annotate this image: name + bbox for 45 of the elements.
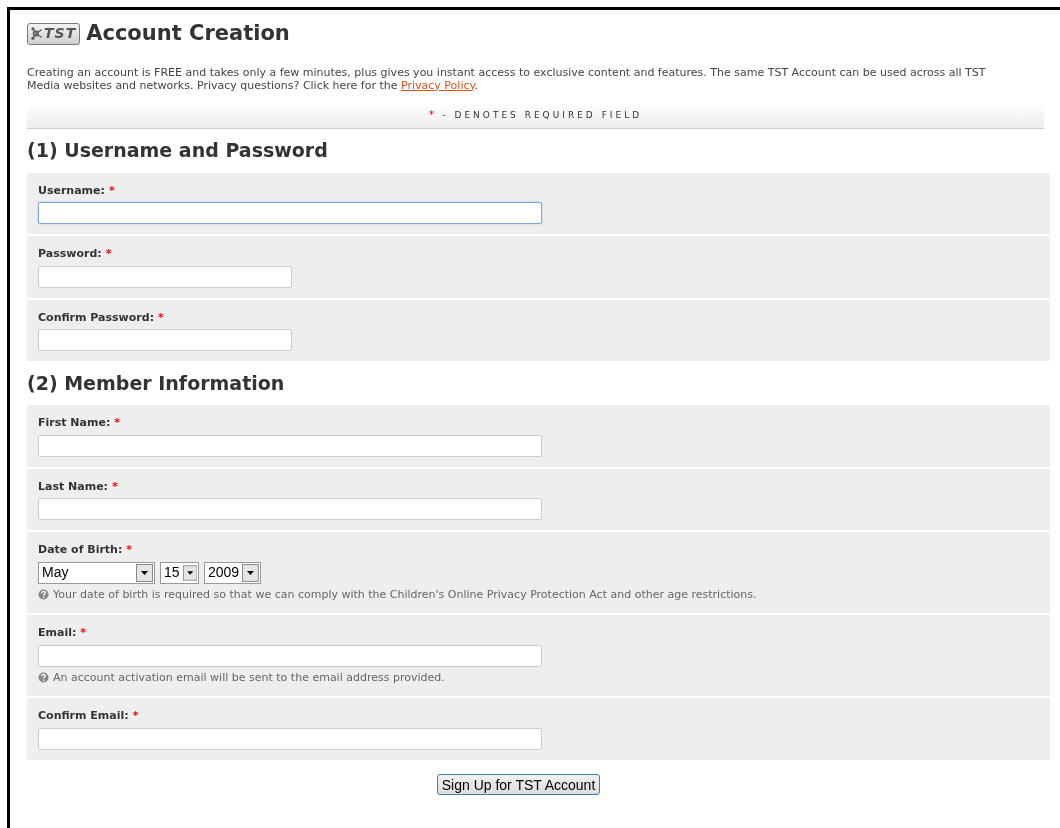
network-icon [31, 27, 42, 41]
dropdown[interactable]: May [38, 561, 155, 584]
section-heading: (1) Username and Password [27, 138, 329, 164]
dropdown-value: May [41, 563, 70, 582]
section-heading: (2) Member Information [27, 370, 286, 396]
text-field[interactable] [38, 727, 542, 750]
field-label: Confirm Email: [38, 708, 129, 724]
text-field[interactable] [38, 644, 542, 667]
text-field[interactable] [38, 202, 542, 224]
required-mark: * [112, 478, 118, 495]
field-hint: Your date of birth is required so that we can comply with the Children's Online Privacy Protection Act and other age restrictions. [53, 586, 757, 603]
dropdown[interactable]: 2009 [204, 561, 261, 584]
required-mark: * [158, 309, 164, 326]
caret-icon [182, 563, 197, 582]
logo-text: TST [44, 24, 77, 44]
sign-up-button[interactable]: Sign Up for TST Account [436, 773, 601, 795]
field-label: Confirm Password: [38, 309, 155, 326]
dropdown-value: 2009 [207, 563, 241, 582]
help-icon [38, 589, 49, 601]
required-mark: * [105, 246, 112, 262]
required-mark: * [132, 708, 139, 724]
field-label: Password: [38, 246, 102, 262]
text-field[interactable] [38, 434, 542, 457]
text-field[interactable] [38, 329, 292, 351]
caret-icon [136, 563, 153, 582]
page-title: Account Creation [86, 20, 290, 47]
required-mark: * [80, 625, 87, 641]
field-label: Email: [38, 625, 77, 641]
help-icon [38, 672, 49, 684]
required-note: - DENOTES REQUIRED FIELD [442, 108, 643, 122]
text-field[interactable] [38, 498, 542, 520]
required-mark: * [108, 182, 115, 199]
caret-icon [242, 563, 259, 582]
required-mark: * [428, 107, 435, 124]
dropdown-value: 15 [163, 563, 181, 582]
intro-paragraph: Creating an account is FREE and takes only a few minutes, plus gives you instant access to exclusive content and features. The same TST Account can be used across all TST Media websites and networks. Privacy questions? Click here for the Privacy Policy. [27, 65, 987, 92]
text-field[interactable] [38, 265, 292, 288]
field-label: First Name: [38, 415, 111, 431]
required-mark: * [126, 542, 133, 558]
dropdown[interactable]: 15 [160, 561, 199, 584]
required-mark: * [114, 415, 121, 431]
field-label: Last Name: [38, 478, 109, 495]
field-label: Username: [38, 182, 105, 199]
field-label: Date of Birth: [38, 542, 123, 558]
field-hint: An account activation email will be sent to the email address provided. [53, 669, 445, 686]
